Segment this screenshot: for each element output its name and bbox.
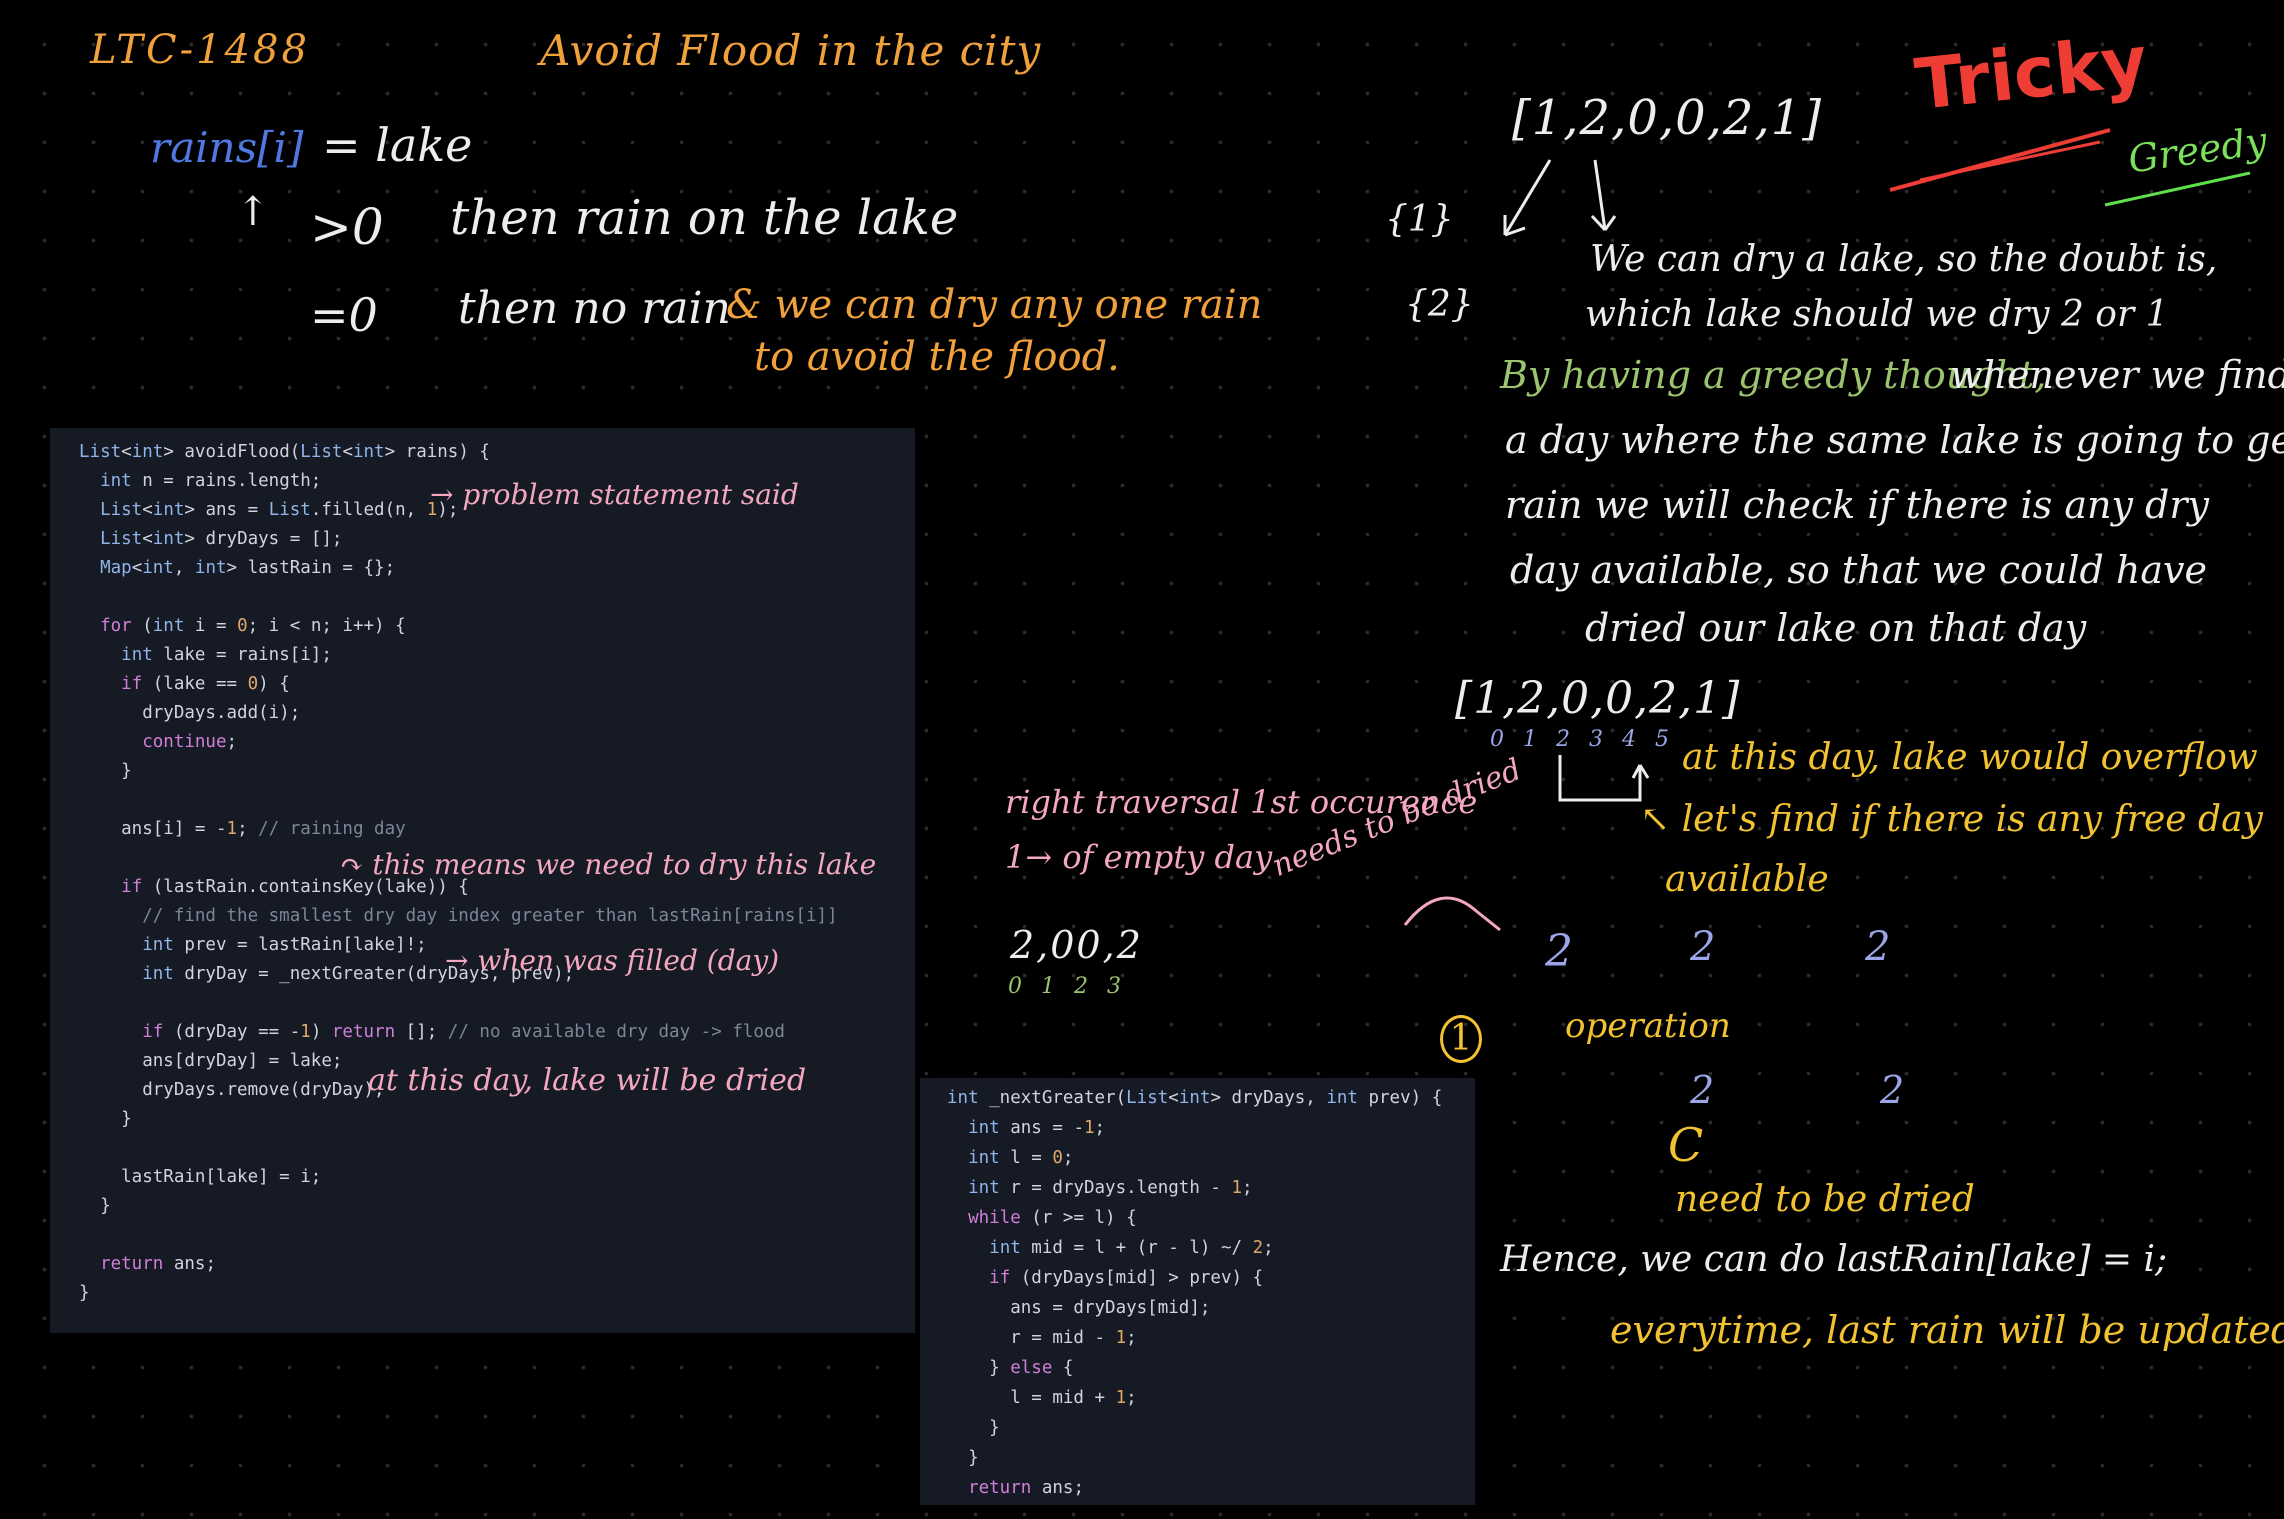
rule-rain-on-lake: then rain on the lake xyxy=(450,190,959,246)
code-line: if (lake == 0) { xyxy=(121,674,290,694)
code-line: ans = dryDays[mid]; xyxy=(947,1298,1211,1318)
problem-id: LTC-1488 xyxy=(90,27,310,73)
code-line: Map<int, int> lastRain = {}; xyxy=(100,558,396,578)
array-one: [1,2,0,0,2,1] xyxy=(1512,90,1822,146)
tricky-underline-icon xyxy=(1889,128,2111,192)
everytime-note: everytime, last rain will be updated xyxy=(1610,1308,2284,1352)
helper-code-panel: int _nextGreater(List<int> dryDays, int … xyxy=(920,1078,1475,1505)
annotation-when-filled: → when was filled (day) xyxy=(445,944,780,977)
find-free-day-1: ↖ let's find if there is any free day xyxy=(1640,799,2263,840)
rule-equal-zero: =0 xyxy=(310,288,378,342)
code-line: while (r >= l) { xyxy=(968,1208,1137,1228)
code-line: List<int> avoidFlood(List<int> rains) { xyxy=(79,442,490,462)
explanation-line-2: a day where the same lake is going to ge… xyxy=(1505,418,2284,462)
rule-greater-zero: >0 xyxy=(310,198,384,256)
code-line: } xyxy=(947,1448,979,1468)
brace-two: {2} xyxy=(1405,284,1474,325)
rule-arrow: ↑ xyxy=(236,189,270,235)
code-line: int lake = rains[i]; xyxy=(121,645,332,665)
circled-one: 1 xyxy=(1440,1015,1482,1063)
code-line: int prev = lastRain[lake]!; xyxy=(142,935,427,955)
annotation-at-this-day: at this day, lake will be dried xyxy=(368,1063,807,1098)
annotation-need-to-dry: ↷ this means we need to dry this lake xyxy=(340,848,877,881)
rule-dry-note: & we can dry any one rain xyxy=(726,282,1263,328)
rains-var: rains[i] xyxy=(150,123,304,172)
code-line: ans[dryDay] = lake; xyxy=(79,1051,343,1071)
code-line: if (dryDays[mid] > prev) { xyxy=(989,1268,1264,1288)
code-line: lastRain[lake] = i; xyxy=(79,1167,322,1187)
code-line: } xyxy=(79,1196,111,1216)
explanation-line-4: day available, so that we could have xyxy=(1510,548,2207,592)
middle-array: 2,00,2 xyxy=(1010,923,1143,967)
value-two-a: 2 xyxy=(1545,926,1573,977)
code-line: int ans = -1; xyxy=(968,1118,1106,1138)
value-two-b: 2 xyxy=(1690,924,1716,970)
code-line: if (dryDay == -1) return []; // no avail… xyxy=(142,1022,785,1042)
code-line: int r = dryDays.length - 1; xyxy=(968,1178,1253,1198)
operation-label: operation xyxy=(1565,1006,1731,1046)
code-line: // find the smallest dry day index great… xyxy=(79,906,838,926)
code-line: } xyxy=(947,1418,1000,1438)
code-line: int _nextGreater(List<int> dryDays, int … xyxy=(947,1088,1443,1108)
rule-no-rain: then no rain xyxy=(458,283,731,334)
value-two-e: 2 xyxy=(1880,1068,1905,1112)
overflow-note: at this day, lake would overflow xyxy=(1682,737,2258,778)
annotation-problem-statement: → problem statement said xyxy=(430,478,799,511)
tricky-badge: Tricky xyxy=(1911,20,2151,126)
rule-avoid-flood: to avoid the flood. xyxy=(754,334,1120,380)
code-line: } xyxy=(79,1109,132,1129)
explanation-line-3: rain we will check if there is any dry xyxy=(1505,483,2209,527)
code-line: List<int> ans = List.filled(n, 1); xyxy=(100,500,459,520)
greedy-thought-rest: whenever we find xyxy=(1950,353,2284,397)
brace-one: {1} xyxy=(1385,199,1454,240)
middle-empty-day-note: 1→ of empty day xyxy=(1005,838,1273,876)
code-line: int mid = l + (r - l) ~/ 2; xyxy=(989,1238,1274,1258)
greedy-underline-icon xyxy=(2104,171,2251,207)
find-free-day-2: available xyxy=(1665,859,1829,900)
array-two-indices: 0 1 2 3 4 5 xyxy=(1490,727,1675,752)
code-line: } xyxy=(79,761,132,781)
value-two-d: 2 xyxy=(1690,1068,1715,1112)
code-line: for (int i = 0; i < n; i++) { xyxy=(100,616,406,636)
need-dried-note: need to be dried xyxy=(1675,1179,1975,1220)
doubt-line-1: We can dry a lake, so the doubt is, xyxy=(1590,239,2218,280)
value-two-c: 2 xyxy=(1865,924,1891,970)
code-line: } else { xyxy=(947,1358,1074,1378)
code-line: dryDays.remove(dryDay); xyxy=(79,1080,385,1100)
doubt-line-2: which lake should we dry 2 or 1 xyxy=(1585,294,2169,335)
array-arrows-icon xyxy=(1503,159,1617,237)
code-line: r = mid - 1; xyxy=(947,1328,1137,1348)
code-line: int n = rains.length; xyxy=(100,471,322,491)
code-line: return ans; xyxy=(968,1478,1084,1498)
code-line: int l = 0; xyxy=(968,1148,1074,1168)
code-line: List<int> dryDays = []; xyxy=(100,529,343,549)
code-line: dryDays.add(i); xyxy=(79,703,301,723)
rains-eq-lake: = lake xyxy=(322,118,473,172)
middle-array-indices: 0 1 2 3 xyxy=(1008,974,1127,999)
array-two: [1,2,0,0,2,1] xyxy=(1455,673,1741,724)
code-line: ans[i] = -1; // raining day xyxy=(79,819,406,839)
code-line: return ans; xyxy=(100,1254,216,1274)
code-line: l = mid + 1; xyxy=(947,1388,1137,1408)
hence-note: Hence, we can do lastRain[lake] = i; xyxy=(1500,1239,2168,1280)
problem-title: Avoid Flood in the city xyxy=(540,26,1042,75)
curl-arrow-icon: C xyxy=(1668,1118,1704,1172)
explanation-line-5: dried our lake on that day xyxy=(1585,606,2087,650)
middle-curve-icon xyxy=(1403,896,1501,932)
code-line: continue; xyxy=(142,732,238,752)
code-line: } xyxy=(79,1283,90,1303)
